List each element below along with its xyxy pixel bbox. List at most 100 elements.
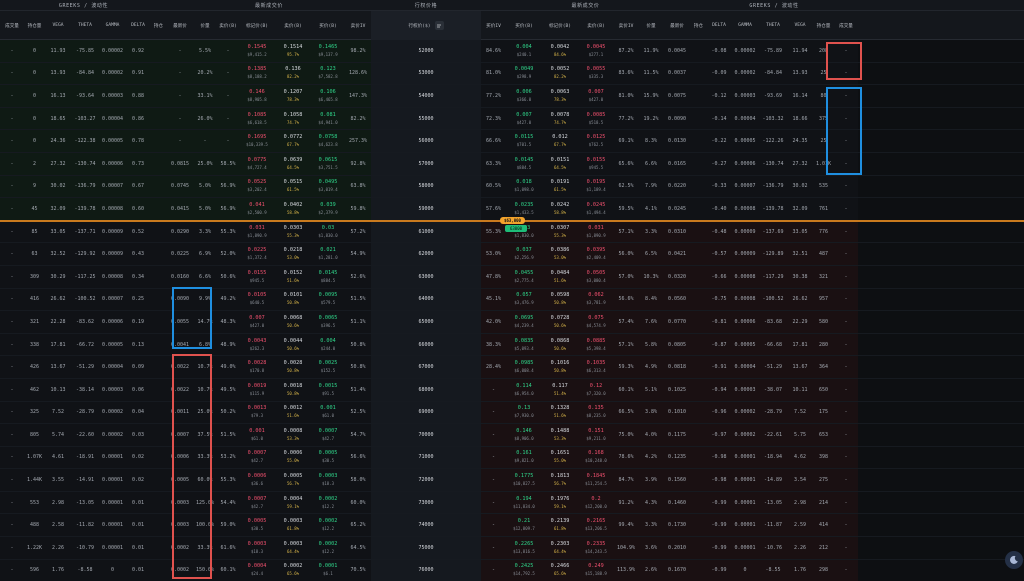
sort-button[interactable] xyxy=(434,21,444,30)
strike-cell[interactable]: 76000 xyxy=(371,559,481,581)
theme-toggle-button[interactable] xyxy=(1005,551,1023,569)
call-ask-cell[interactable]: 0.0007 $42.7 xyxy=(239,446,275,469)
call-bid-cell[interactable]: 0.0015 $91.5 xyxy=(311,378,345,401)
put-col-header[interactable]: 持仓 xyxy=(690,11,707,40)
call-bid-cell[interactable]: 0.0615 $3,751.5 xyxy=(311,152,345,175)
strike-cell[interactable]: 59000 xyxy=(371,198,481,220)
put-bid-cell[interactable]: 0.21 $12,809.7 xyxy=(506,514,542,537)
put-col-header[interactable]: GAMMA xyxy=(731,11,759,40)
call-bid-cell[interactable]: 0.0005 $30.5 xyxy=(311,446,345,469)
put-ask-cell[interactable]: 0.2165 $13,206.5 xyxy=(578,514,614,537)
put-bid-cell[interactable]: 0.0835 $5,093.4 xyxy=(506,333,542,356)
put-ask-cell[interactable]: 0.168 $10,248.0 xyxy=(578,446,614,469)
call-col-header[interactable]: 买价(B) xyxy=(311,11,345,40)
put-bid-cell[interactable]: 0.006 $366.0 xyxy=(506,85,542,107)
put-bid-cell[interactable]: 0.114 $6,954.0 xyxy=(506,378,542,401)
put-ask-cell[interactable]: 0.0245 $1,494.4 xyxy=(578,198,614,220)
put-bid-cell[interactable]: 0.1775 $10,827.5 xyxy=(506,469,542,491)
call-bid-cell[interactable]: 0.0002 $12.2 xyxy=(311,537,345,559)
put-ask-cell[interactable]: 0.249 $15,188.9 xyxy=(578,559,614,581)
atm-strike-pill[interactable]: 63000 xyxy=(505,225,527,232)
call-ask-cell[interactable]: 0.0013 $79.3 xyxy=(239,401,275,424)
call-ask-cell[interactable]: 0.0004 $24.4 xyxy=(239,559,275,581)
strike-cell[interactable]: 66000 xyxy=(371,333,481,356)
call-bid-cell[interactable]: 0.081 $4,941.0 xyxy=(311,107,345,130)
call-col-header[interactable]: 持仓 xyxy=(150,11,167,40)
put-col-header[interactable]: 最新价 xyxy=(664,11,690,40)
call-bid-cell[interactable]: 0.0145 $884.5 xyxy=(311,265,345,288)
put-col-header[interactable]: 卖价IV xyxy=(614,11,638,40)
put-col-header[interactable]: 价量 xyxy=(638,11,664,40)
call-bid-cell[interactable]: 0.0001 $6.1 xyxy=(311,559,345,581)
strike-cell[interactable]: 65000 xyxy=(371,311,481,333)
put-bid-cell[interactable]: 0.2425 $14,792.5 xyxy=(506,559,542,581)
call-bid-cell[interactable]: 0.0065 $396.5 xyxy=(311,311,345,333)
put-bid-cell[interactable]: 0.0115 $701.5 xyxy=(506,130,542,152)
put-col-header[interactable]: DELTA xyxy=(707,11,731,40)
put-ask-cell[interactable]: 0.0125 $762.5 xyxy=(578,130,614,152)
strike-cell[interactable]: 67000 xyxy=(371,356,481,378)
put-ask-cell[interactable]: 0.0885 $5,398.4 xyxy=(578,333,614,356)
put-col-header[interactable]: 成交量 xyxy=(834,11,858,40)
call-col-header[interactable]: 卖价(B) xyxy=(275,11,311,40)
call-col-header[interactable]: 卖价IV xyxy=(345,11,371,40)
strike-cell[interactable]: 70000 xyxy=(371,424,481,446)
call-bid-cell[interactable]: 0.0758 $4,623.8 xyxy=(311,130,345,152)
call-col-header[interactable]: 价量 xyxy=(193,11,217,40)
call-ask-cell[interactable]: 0.007 $427.0 xyxy=(239,311,275,333)
call-col-header[interactable]: 持仓量 xyxy=(24,11,45,40)
put-bid-cell[interactable]: 0.146 $8,906.0 xyxy=(506,424,542,446)
call-ask-cell[interactable]: 0.0775 $4,727.4 xyxy=(239,152,275,175)
put-bid-cell[interactable]: 0.0695 $4,239.4 xyxy=(506,311,542,333)
call-col-header[interactable]: GAMMA xyxy=(99,11,126,40)
put-bid-cell[interactable]: 0.004 $240.1 xyxy=(506,40,542,62)
strike-cell[interactable]: 52000 xyxy=(371,40,481,62)
call-bid-cell[interactable]: 0.03 $1,830.0 xyxy=(311,220,345,243)
call-ask-cell[interactable]: 0.0155 $945.5 xyxy=(239,265,275,288)
put-bid-cell[interactable]: 0.194 $11,834.0 xyxy=(506,491,542,514)
put-ask-cell[interactable]: 0.062 $3,781.9 xyxy=(578,288,614,311)
call-bid-cell[interactable]: 0.039 $2,379.9 xyxy=(311,198,345,220)
strike-cell[interactable]: 64000 xyxy=(371,288,481,311)
put-col-header[interactable]: 卖价(B) xyxy=(578,11,614,40)
call-ask-cell[interactable]: 0.0003 $18.3 xyxy=(239,537,275,559)
strike-cell[interactable]: 63000 xyxy=(371,265,481,288)
call-ask-cell[interactable]: 0.031 $1,890.9 xyxy=(239,220,275,243)
put-bid-cell[interactable]: 0.2265 $13,816.5 xyxy=(506,537,542,559)
put-bid-cell[interactable]: 0.007 $427.0 xyxy=(506,107,542,130)
put-ask-cell[interactable]: 0.2335 $14,243.5 xyxy=(578,537,614,559)
put-ask-cell[interactable]: 0.0395 $2,409.4 xyxy=(578,243,614,265)
strike-cell[interactable]: 56000 xyxy=(371,130,481,152)
put-ask-cell[interactable]: 0.0505 $3,080.4 xyxy=(578,265,614,288)
put-ask-cell[interactable]: 0.0055 $335.3 xyxy=(578,62,614,85)
call-bid-cell[interactable]: 0.0002 $12.2 xyxy=(311,514,345,537)
put-ask-cell[interactable]: 0.1035 $6,313.4 xyxy=(578,356,614,378)
call-col-header[interactable]: 成交量 xyxy=(0,11,24,40)
put-bid-cell[interactable]: 0.0455 $2,775.4 xyxy=(506,265,542,288)
strike-cell[interactable]: 75000 xyxy=(371,537,481,559)
call-ask-cell[interactable]: 0.0043 $262.3 xyxy=(239,333,275,356)
put-ask-cell[interactable]: 0.12 $7,320.0 xyxy=(578,378,614,401)
put-col-header[interactable]: 标记价(B) xyxy=(542,11,578,40)
call-col-header[interactable]: 最新价 xyxy=(167,11,193,40)
put-col-header[interactable]: 买价(B) xyxy=(506,11,542,40)
put-bid-cell[interactable]: 0.018 $1,098.0 xyxy=(506,175,542,198)
call-bid-cell[interactable]: 0.0495 $3,019.4 xyxy=(311,175,345,198)
strike-cell[interactable]: 69000 xyxy=(371,401,481,424)
put-ask-cell[interactable]: 0.031 $1,890.9 xyxy=(578,220,614,243)
put-col-header[interactable]: THETA xyxy=(759,11,787,40)
call-col-header[interactable]: 卖价(B) xyxy=(217,11,239,40)
put-ask-cell[interactable]: 0.0155 $945.5 xyxy=(578,152,614,175)
strike-cell[interactable]: 73000 xyxy=(371,491,481,514)
put-ask-cell[interactable]: 0.007 $427.0 xyxy=(578,85,614,107)
strike-cell[interactable]: 54000 xyxy=(371,85,481,107)
put-bid-cell[interactable]: 0.0985 $6,008.4 xyxy=(506,356,542,378)
call-ask-cell[interactable]: 0.041 $2,500.9 xyxy=(239,198,275,220)
put-ask-cell[interactable]: 0.151 $9,211.0 xyxy=(578,424,614,446)
strike-cell[interactable]: 53000 xyxy=(371,62,481,85)
put-col-header[interactable]: 买价IV xyxy=(481,11,506,40)
call-ask-cell[interactable]: 0.0019 $115.9 xyxy=(239,378,275,401)
call-ask-cell[interactable]: 0.001 $61.0 xyxy=(239,424,275,446)
put-ask-cell[interactable]: 0.075 $4,574.9 xyxy=(578,311,614,333)
put-col-header[interactable]: 持仓量 xyxy=(813,11,834,40)
